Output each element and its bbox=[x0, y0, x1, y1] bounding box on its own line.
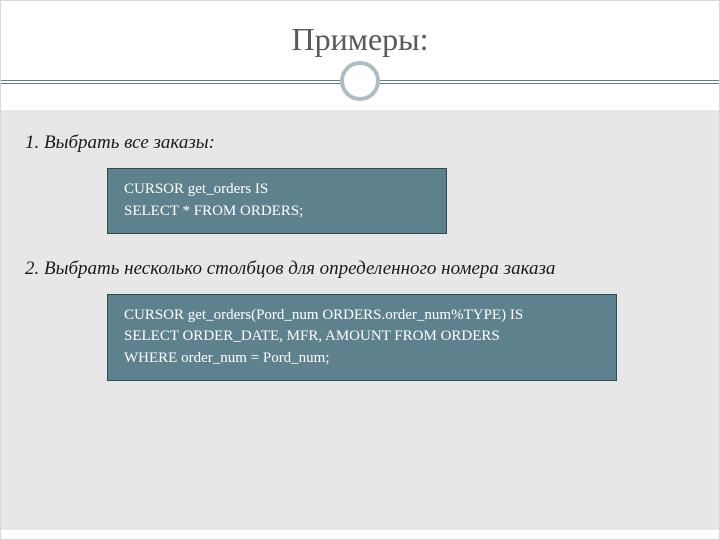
example-2-code: CURSOR get_orders(Pord_num ORDERS.order_… bbox=[107, 294, 617, 381]
example-1-caption: 1. Выбрать все заказы: bbox=[25, 132, 703, 154]
content-panel: 1. Выбрать все заказы: CURSOR get_orders… bbox=[1, 110, 719, 530]
slide: Примеры: 1. Выбрать все заказы: CURSOR g… bbox=[0, 0, 720, 540]
page-title: Примеры: bbox=[1, 1, 719, 64]
title-divider bbox=[1, 64, 719, 98]
example-2-caption: 2. Выбрать несколько столбцов для опреде… bbox=[25, 258, 703, 280]
example-1-code: CURSOR get_orders IS SELECT * FROM ORDER… bbox=[107, 168, 447, 234]
ring-ornament-icon bbox=[340, 61, 380, 101]
